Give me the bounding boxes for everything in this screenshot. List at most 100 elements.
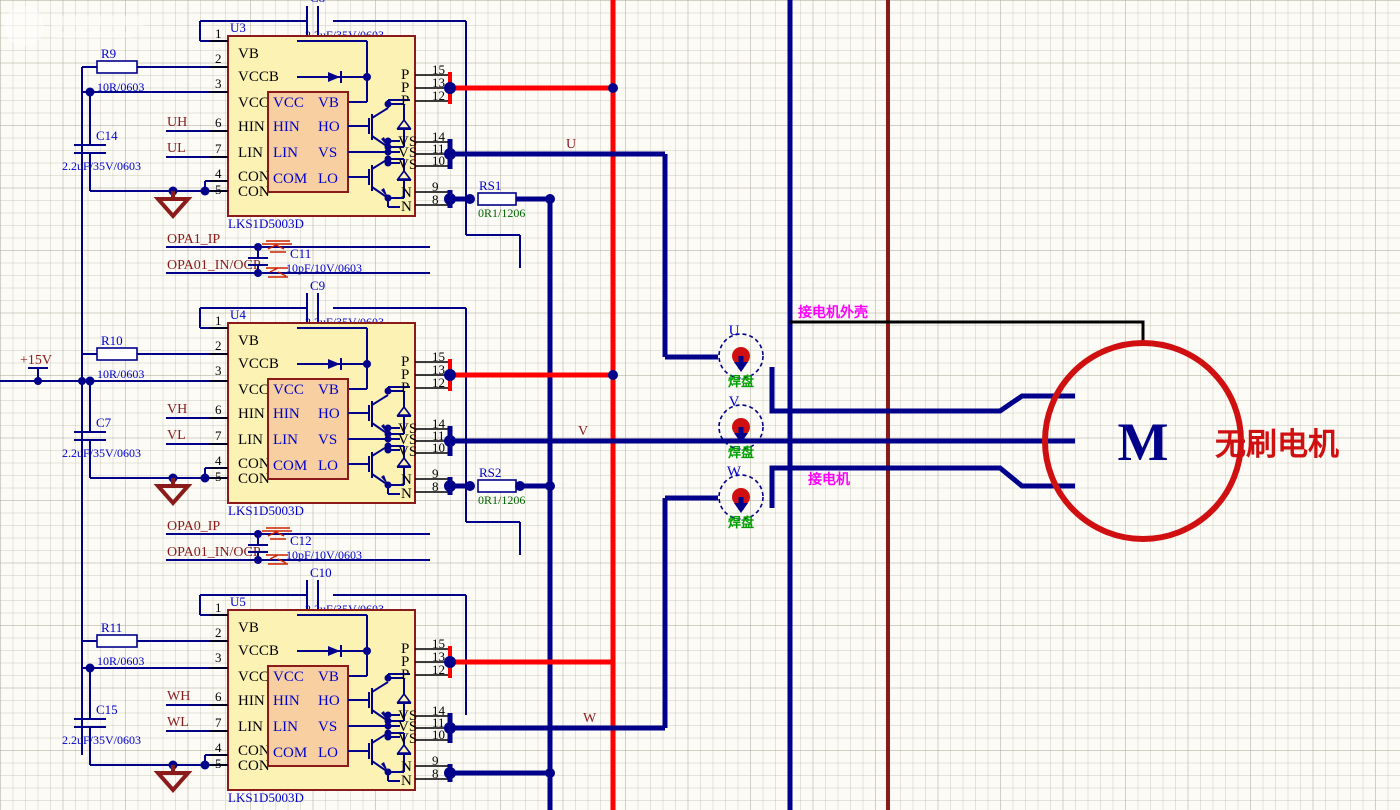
u5-pin-hin: HIN <box>238 693 265 709</box>
u4-inner-lin: LIN <box>273 432 298 448</box>
motor-letter: M <box>1118 412 1169 472</box>
u3-pinnum-1: 1 <box>215 26 222 41</box>
u5-c15-ref: C15 <box>96 702 118 717</box>
u3-bootcap-ref: C8 <box>310 0 325 5</box>
u3-net-uh: UH <box>167 115 187 130</box>
u5-ref: U5 <box>230 594 246 609</box>
u3-pinnum-6: 6 <box>215 115 222 130</box>
pad-w-caption: 焊盘 <box>728 515 754 531</box>
u5-inner-vb: VB <box>318 669 339 685</box>
u3-c14-value: 2.2uF/35V/0603 <box>62 159 141 173</box>
u5-ground-symbol <box>158 773 188 790</box>
u3-rs1-ref: RS1 <box>479 178 501 193</box>
u5-net-wh: WH <box>167 689 190 704</box>
u5-pinnum-4: 4 <box>215 740 222 755</box>
u4-pinnum-1: 1 <box>215 313 222 328</box>
pad-v-caption: 焊盘 <box>728 445 754 461</box>
u3-opa-net-2: OPA01_IN/OCP <box>167 258 261 273</box>
u3-rpin-n8: N <box>401 199 412 215</box>
u4-pin-con4: CON <box>238 456 270 472</box>
u3-c11-ref: C11 <box>290 246 311 261</box>
u3-phase-net-label: U <box>566 137 576 152</box>
u3-pinnum-3: 3 <box>215 76 222 91</box>
u3-c11-value: 10pF/10V/0603 <box>286 261 362 275</box>
u5-rpin-vs10: VS <box>398 731 417 747</box>
u4-part: LKS1D5003D <box>228 503 304 518</box>
u4-ref: U4 <box>230 307 246 322</box>
schematic-svg: .w{stroke:#00008b;stroke-width:2;fill:no… <box>0 0 1400 810</box>
u5-bootcap-ref: C10 <box>310 565 332 580</box>
u3-rs1-value: 0R1/1206 <box>478 206 525 220</box>
pad-v-label: V <box>729 394 740 410</box>
u3-part: LKS1D5003D <box>228 216 304 231</box>
u5-pinnum-5: 5 <box>215 756 222 771</box>
u4-rs2-ref: RS2 <box>479 465 501 480</box>
pad-v[interactable]: V 焊盘 <box>719 394 763 461</box>
u3-pin-vb: VB <box>238 46 259 62</box>
u4-rpin-vs10: VS <box>398 444 417 460</box>
u4-pinnum-4: 4 <box>215 453 222 468</box>
schematic-canvas: .w{stroke:#00008b;stroke-width:2;fill:no… <box>0 0 1400 810</box>
u5-r11-ref: R11 <box>101 620 122 635</box>
u4-net-vl: VL <box>167 428 186 443</box>
u4-pin-vccb: VCCB <box>238 356 279 372</box>
u4-c7-value: 2.2uF/35V/0603 <box>62 446 141 460</box>
pad-u-caption: 焊盘 <box>728 374 754 390</box>
u5-pin-con5: CON <box>238 758 270 774</box>
u5-rpin-p12: P <box>401 667 409 683</box>
u4-pinnum-5: 5 <box>215 469 222 484</box>
u4-pinnum-2: 2 <box>215 338 222 353</box>
u4-c7-ref: C7 <box>96 415 112 430</box>
u3-rpin-vs10: VS <box>398 157 417 173</box>
u5-inner-lo: LO <box>318 745 338 761</box>
u4-phase-net-label: V <box>578 424 588 439</box>
u5-part: LKS1D5003D <box>228 790 304 805</box>
u4-ground-symbol <box>158 486 188 503</box>
u3-ref: U3 <box>230 20 246 35</box>
u5-r11-value: 10R/0603 <box>97 654 144 668</box>
power-port-label: +15V <box>20 353 52 368</box>
motor-label: 无刷电机 <box>1215 427 1339 462</box>
u5-inner-vcc: VCC <box>273 669 304 685</box>
u5-net-wl: WL <box>167 715 189 730</box>
u3-inner-lo: LO <box>318 171 338 187</box>
u5-pin-con4: CON <box>238 743 270 759</box>
u5-pin-vcc: VCC <box>238 669 269 685</box>
u4-inner-lo: LO <box>318 458 338 474</box>
u4-bootcap-ref: C9 <box>310 278 325 293</box>
u3-inner-lin: LIN <box>273 145 298 161</box>
u5-inner-hin: HIN <box>273 693 300 709</box>
u5-pinnum-7: 7 <box>215 715 222 730</box>
u5-pinnum-3: 3 <box>215 650 222 665</box>
u5-inner-com: COM <box>273 745 307 761</box>
u4-pin-lin: LIN <box>238 432 263 448</box>
u4-inner-vcc: VCC <box>273 382 304 398</box>
u4-inner-ho: HO <box>318 406 340 422</box>
u3-inner-hin: HIN <box>273 119 300 135</box>
u3-c14-ref: C14 <box>96 128 118 143</box>
u4-inner-vb: VB <box>318 382 339 398</box>
u4-pin-hin: HIN <box>238 406 265 422</box>
pad-u[interactable]: U 焊盘 <box>719 323 763 390</box>
u5-pin-vb: VB <box>238 620 259 636</box>
u3-rpin-p12: P <box>401 93 409 109</box>
u4-opa-net-2: OPA01_IN/OCP <box>167 545 261 560</box>
u5-inner-vs: VS <box>318 719 337 735</box>
pad-u-label: U <box>729 323 740 339</box>
u3-net-ul: UL <box>167 141 186 156</box>
u5-phase-net-label: W <box>583 711 597 726</box>
pad-w[interactable]: W 焊盘 <box>719 464 763 531</box>
u3-pinnum-4: 4 <box>215 166 222 181</box>
u4-inner-com: COM <box>273 458 307 474</box>
driver-block-u5[interactable]: C10 2.2uF/35V/0603 R11 10R/0603 C15 2.2u… <box>62 498 718 805</box>
u4-rpin-p12: P <box>401 380 409 396</box>
chassis-wire <box>790 322 1143 345</box>
u4-opa-net-1: OPA0_IP <box>167 519 220 534</box>
u3-pinnum-5: 5 <box>215 182 222 197</box>
note-motor: 接电机 <box>808 471 850 488</box>
u4-pin-vcc: VCC <box>238 382 269 398</box>
u3-pin-con4: CON <box>238 169 270 185</box>
u4-r10-ref: R10 <box>101 333 123 348</box>
u3-pinnum-7: 7 <box>215 141 222 156</box>
u5-pinnum-2: 2 <box>215 625 222 640</box>
